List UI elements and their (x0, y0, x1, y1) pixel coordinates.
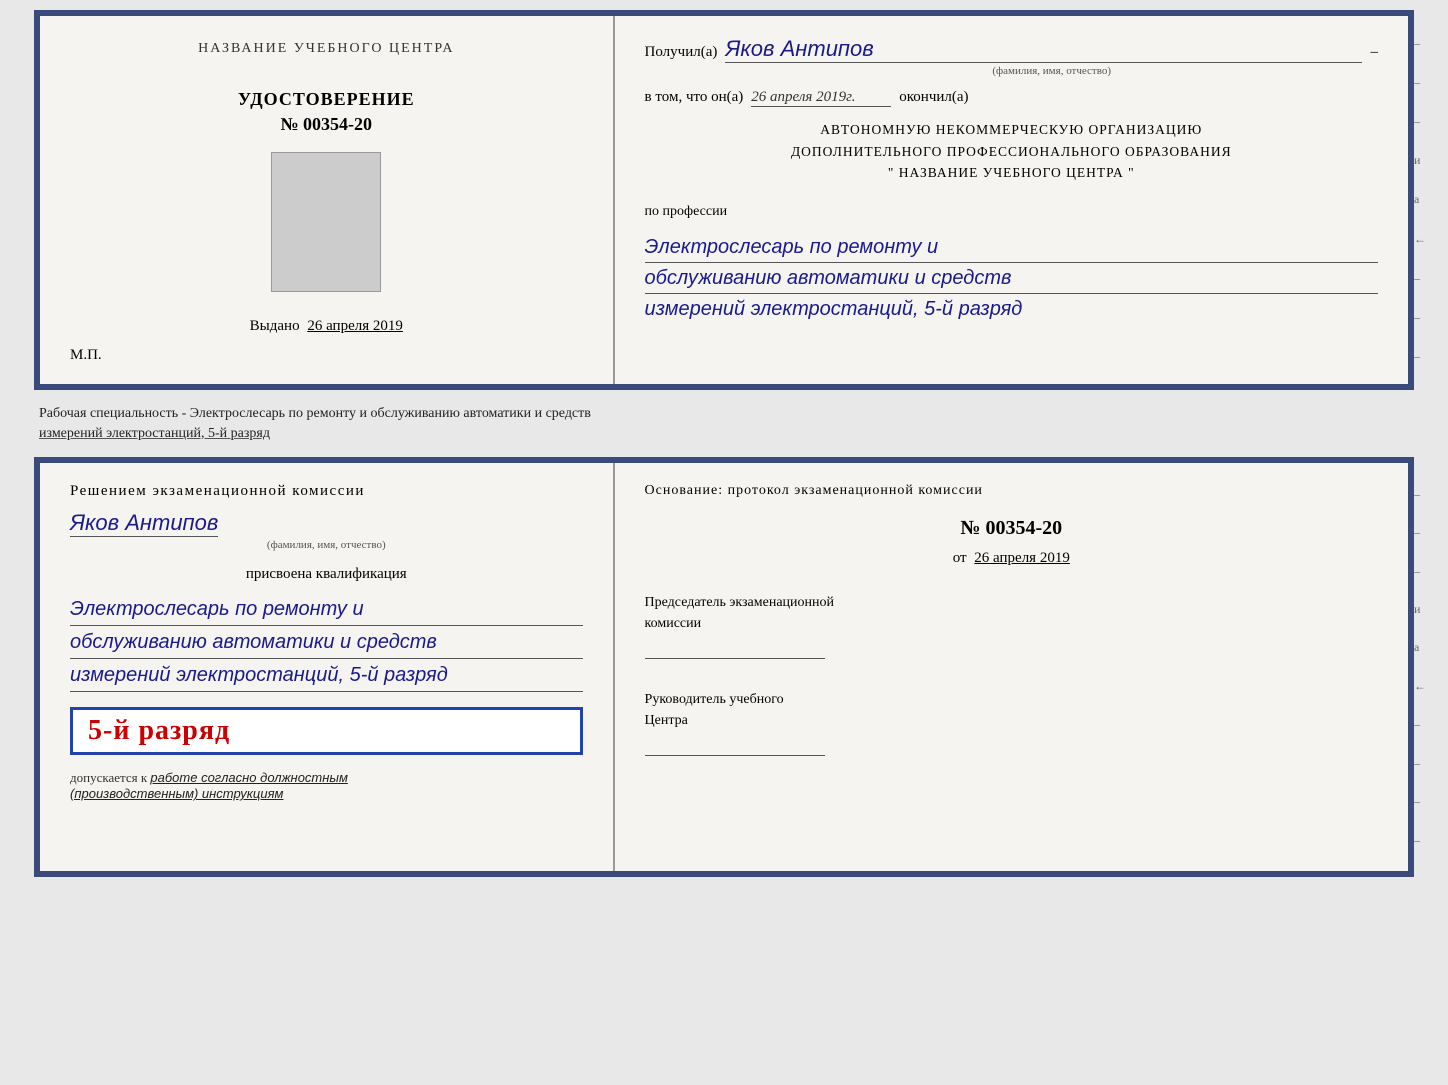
person-name-section: Яков Антипов (фамилия, имя, отчество) (70, 510, 583, 551)
confirm-label: в том, что он(а) (645, 89, 744, 106)
issued-line: Выдано 26 апреля 2019 (250, 318, 403, 335)
cert-title: УДОСТОВЕРЕНИЕ (238, 89, 415, 110)
protocol-number: № 00354-20 (645, 517, 1378, 540)
cert-number: № 00354-20 (238, 114, 415, 135)
bottom-cert-left: Решением экзаменационной комиссии Яков А… (40, 463, 615, 871)
admit-label: допускается к (70, 770, 147, 785)
middle-text: Рабочая специальность - Электрослесарь п… (34, 398, 1414, 449)
recipient-line: Получил(а) Яков Антипов – (фамилия, имя,… (645, 36, 1378, 77)
side-marks-bottom: –––иа←–––– (1414, 463, 1426, 871)
qual-block: Электрослесарь по ремонту и обслуживанию… (70, 593, 583, 692)
director-label: Руководитель учебного Центра (645, 689, 1378, 756)
admit-text2: (производственным) инструкциям (70, 786, 283, 801)
prof-line1: Электрослесарь по ремонту и (645, 232, 1378, 263)
commission-title: Решением экзаменационной комиссии (70, 483, 583, 500)
basis-label: Основание: протокол экзаменационной коми… (645, 483, 1378, 499)
side-marks-top: –––иа←––– (1414, 16, 1426, 384)
chairman-line1: Председатель экзаменационной (645, 595, 834, 610)
org-line3: " НАЗВАНИЕ УЧЕБНОГО ЦЕНТРА " (645, 162, 1378, 184)
org-name-header: НАЗВАНИЕ УЧЕБНОГО ЦЕНТРА (198, 36, 454, 62)
finished-label: окончил(а) (899, 89, 968, 106)
org-line1: АВТОНОМНУЮ НЕКОММЕРЧЕСКУЮ ОРГАНИЗАЦИЮ (645, 119, 1378, 141)
top-cert-left: НАЗВАНИЕ УЧЕБНОГО ЦЕНТРА УДОСТОВЕРЕНИЕ №… (40, 16, 615, 384)
bottom-cert-right: Основание: протокол экзаменационной коми… (615, 463, 1408, 871)
recipient-name: Яков Антипов (725, 36, 1362, 63)
from-label: от (953, 550, 967, 566)
confirm-date: 26 апреля 2019г. (751, 89, 891, 107)
mp-label: М.П. (70, 347, 102, 364)
document-wrapper: НАЗВАНИЕ УЧЕБНОГО ЦЕНТРА УДОСТОВЕРЕНИЕ №… (34, 10, 1414, 877)
director-line2: Центра (645, 713, 688, 728)
org-block: АВТОНОМНУЮ НЕКОММЕРЧЕСКУЮ ОРГАНИЗАЦИЮ ДО… (645, 119, 1378, 184)
photo-placeholder (271, 152, 381, 292)
qual-line3: измерений электростанций, 5-й разряд (70, 659, 583, 692)
fio-subtitle-bottom: (фамилия, имя, отчество) (70, 539, 583, 551)
fio-subtitle: (фамилия, имя, отчество) (725, 65, 1378, 77)
prof-line3: измерений электростанций, 5-й разряд (645, 294, 1378, 324)
chairman-signature-line (645, 639, 825, 659)
middle-line1: Рабочая специальность - Электрослесарь п… (39, 406, 591, 421)
profession-block: Электрослесарь по ремонту и обслуживанию… (645, 232, 1378, 324)
issued-label: Выдано (250, 318, 300, 334)
admit-line: допускается к работе согласно должностны… (70, 770, 583, 802)
director-signature-line (645, 736, 825, 756)
top-certificate: НАЗВАНИЕ УЧЕБНОГО ЦЕНТРА УДОСТОВЕРЕНИЕ №… (34, 10, 1414, 390)
from-date: 26 апреля 2019 (974, 550, 1070, 566)
profession-label: по профессии (645, 204, 1378, 220)
from-date-line: от 26 апреля 2019 (645, 550, 1378, 567)
issued-date: 26 апреля 2019 (307, 318, 403, 334)
prof-line2: обслуживанию автоматики и средств (645, 263, 1378, 294)
director-line1: Руководитель учебного (645, 692, 784, 707)
rank-badge: 5-й разряд (70, 707, 583, 755)
dato-line: в том, что он(а) 26 апреля 2019г. окончи… (645, 89, 1378, 107)
org-line2: ДОПОЛНИТЕЛЬНОГО ПРОФЕССИОНАЛЬНОГО ОБРАЗО… (645, 141, 1378, 163)
cert-title-section: УДОСТОВЕРЕНИЕ № 00354-20 (238, 89, 415, 135)
chairman-label: Председатель экзаменационной комиссии (645, 592, 1378, 659)
middle-line2: измерений электростанций, 5-й разряд (39, 426, 270, 441)
rank-text: 5-й разряд (88, 715, 230, 746)
received-label: Получил(а) (645, 44, 718, 61)
chairman-line2: комиссии (645, 616, 702, 631)
bottom-certificate: Решением экзаменационной комиссии Яков А… (34, 457, 1414, 877)
person-name: Яков Антипов (70, 510, 218, 537)
qual-line1: Электрослесарь по ремонту и (70, 593, 583, 626)
qual-label: присвоена квалификация (70, 566, 583, 583)
top-cert-right: Получил(а) Яков Антипов – (фамилия, имя,… (615, 16, 1408, 384)
admit-text: работе согласно должностным (150, 770, 347, 785)
qual-line2: обслуживанию автоматики и средств (70, 626, 583, 659)
